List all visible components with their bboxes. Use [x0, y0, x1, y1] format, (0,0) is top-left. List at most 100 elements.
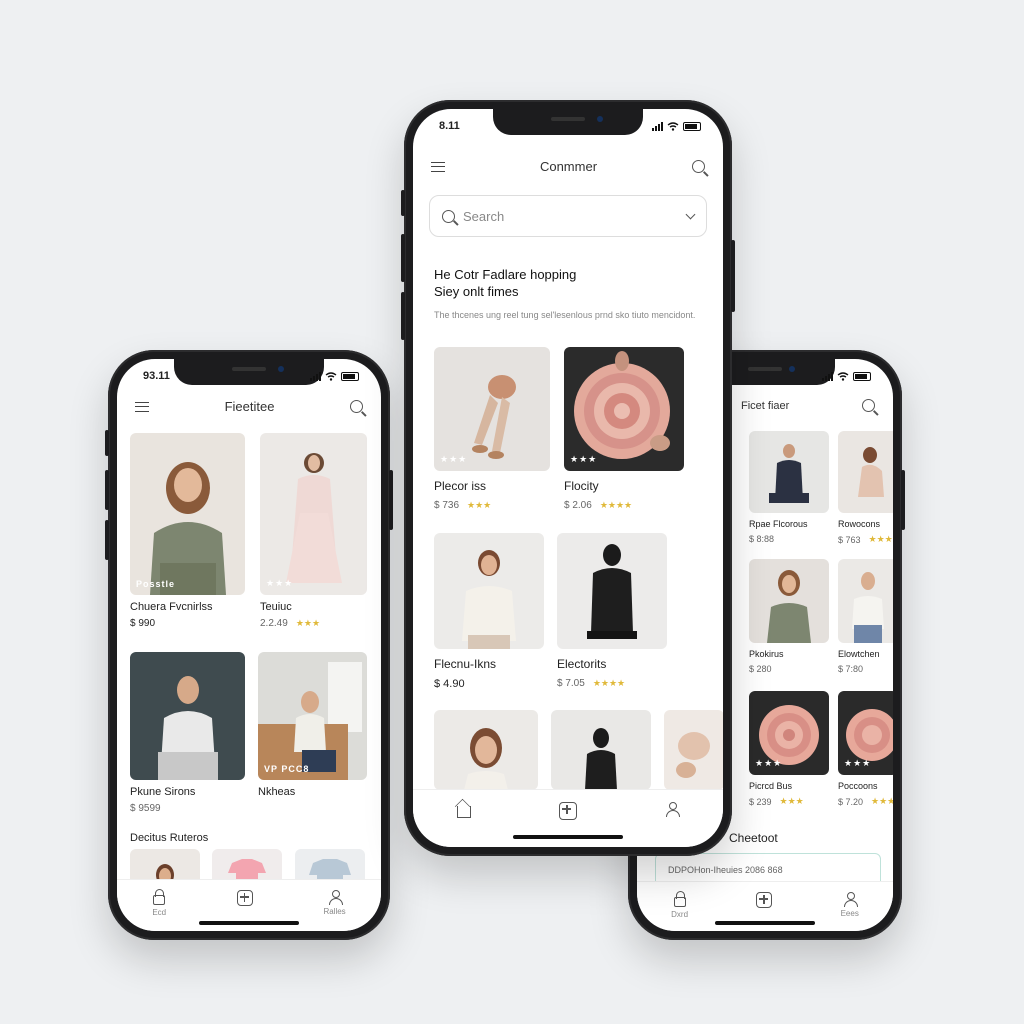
price-value: $ 7.05	[557, 678, 585, 689]
product-badge: ★★★	[440, 454, 468, 464]
wifi-icon	[667, 121, 679, 131]
price-value: $ 8:88	[749, 534, 775, 544]
search-icon[interactable]	[350, 400, 363, 413]
product-image: ★★★	[564, 347, 684, 471]
tab-cart[interactable]	[559, 802, 577, 820]
product-image	[434, 533, 544, 649]
price-value: $ 7:80	[838, 664, 864, 674]
product-card[interactable]: Electorits $ 7.05 ★★★★	[557, 533, 667, 689]
wifi-icon	[325, 371, 337, 381]
battery-icon	[853, 371, 871, 381]
product-badge: ★★★	[570, 454, 598, 464]
price-value: $ 763	[838, 534, 861, 545]
price-value: $ 990	[130, 618, 156, 629]
left-screen: 93.11 Fieetitee Posstle Chuera Fvcnirlss…	[117, 359, 381, 931]
product-card[interactable]: ★★★ Teuiuc 2.2.49 ★★★	[260, 433, 367, 629]
headline-line: He Cotr Fadlare hopping	[434, 267, 577, 282]
search-input[interactable]: Search	[429, 195, 707, 237]
product-image[interactable]	[664, 710, 723, 790]
product-card[interactable]: Elowtchen $ 7:80	[838, 559, 893, 674]
home-indicator[interactable]	[199, 921, 299, 925]
center-page-title: Conmmer	[539, 159, 598, 174]
status-time: 93.11	[143, 370, 170, 382]
price-value: $ 4.90	[434, 678, 465, 690]
tab-cart[interactable]	[756, 892, 773, 908]
product-price: $ 990	[130, 618, 245, 629]
product-card[interactable]: Rpae Flcorous $ 8:88	[749, 431, 829, 544]
home-icon	[457, 806, 471, 818]
tab-home[interactable]	[457, 802, 471, 818]
product-badge: Posstle	[136, 579, 176, 589]
rating-stars: ★★★★	[592, 678, 626, 688]
price-value: 2.2.49	[260, 618, 288, 629]
product-image	[838, 431, 893, 513]
wifi-icon	[837, 371, 849, 381]
chevron-down-icon[interactable]	[685, 209, 696, 219]
signal-icon	[822, 371, 833, 381]
price-value: $ 736	[434, 500, 460, 511]
signal-icon	[652, 121, 663, 131]
status-bar: 8.11	[439, 117, 701, 135]
product-price: $ 2.06 ★★★★	[564, 500, 684, 511]
product-name: Electorits	[557, 657, 607, 671]
tab-profile[interactable]: Eees	[841, 892, 859, 918]
product-name: Rpae Flcorous	[749, 519, 808, 529]
tab-profile[interactable]: Ralles	[323, 890, 346, 916]
product-card[interactable]: Flecnu-Ikns $ 4.90	[434, 533, 544, 690]
product-price: $ 736 ★★★	[434, 500, 550, 511]
product-image: ★★★	[838, 691, 893, 775]
tab-cart[interactable]	[236, 890, 253, 906]
product-image[interactable]	[434, 710, 538, 790]
user-icon	[843, 892, 858, 907]
product-badge: ★★★	[844, 758, 872, 768]
tab-profile[interactable]	[665, 802, 680, 817]
price-value: $ 2.06	[564, 500, 592, 511]
product-image: ★★★	[434, 347, 550, 471]
product-name: Flecnu-Ikns	[434, 657, 497, 671]
menu-icon[interactable]	[431, 161, 445, 172]
home-indicator[interactable]	[715, 921, 815, 925]
product-image: ★★★	[749, 691, 829, 775]
lock-icon	[153, 889, 166, 905]
checkout-title: Cheetoot	[729, 831, 778, 845]
menu-icon[interactable]	[135, 401, 149, 412]
tab-account[interactable]: Ecd	[152, 889, 166, 917]
search-icon[interactable]	[862, 399, 875, 412]
product-card[interactable]: Posstle Chuera Fvcnirlss $ 990	[130, 433, 245, 629]
product-image[interactable]	[551, 710, 651, 790]
product-card[interactable]: ★★★ Flocity $ 2.06 ★★★★	[564, 347, 684, 511]
product-price: $ 763 ★★★	[838, 534, 893, 545]
price-value: $ 239	[749, 796, 772, 807]
product-card[interactable]: ★★★ Poccoons $ 7.20 ★★★	[838, 691, 893, 807]
search-icon[interactable]	[691, 160, 705, 173]
product-badge: VP PCC8	[264, 764, 310, 774]
signal-icon	[310, 371, 321, 381]
user-icon	[328, 890, 343, 905]
product-image	[749, 431, 829, 513]
section-title: Decitus Ruteros	[130, 832, 209, 844]
cart-icon	[236, 890, 253, 906]
phone-left: 93.11 Fieetitee Posstle Chuera Fvcnirlss…	[105, 350, 393, 940]
battery-icon	[683, 121, 701, 131]
product-card[interactable]: Pkune Sirons $ 9599	[130, 652, 245, 814]
product-name: Flocity	[564, 479, 599, 493]
product-image: Posstle	[130, 433, 245, 595]
battery-icon	[341, 371, 359, 381]
home-indicator[interactable]	[513, 835, 623, 839]
product-image	[130, 652, 245, 780]
product-card[interactable]: Rowocons $ 763 ★★★	[838, 431, 893, 545]
product-name: Picrcd Bus	[749, 781, 793, 791]
product-card[interactable]: ★★★ Picrcd Bus $ 239 ★★★	[749, 691, 829, 807]
product-name: Rowocons	[838, 519, 881, 529]
product-price: $ 280	[749, 664, 829, 674]
product-price: 2.2.49 ★★★	[260, 618, 367, 629]
tab-account[interactable]: Dxrd	[671, 891, 688, 919]
rating-stars: ★★★	[871, 796, 893, 806]
product-price: $ 4.90	[434, 678, 544, 690]
rating-stars: ★★★	[779, 796, 804, 806]
product-card[interactable]: ★★★ Plecor iss $ 736 ★★★	[434, 347, 550, 511]
left-topbar: Fieetitee	[117, 399, 381, 414]
product-card[interactable]: Pkokirus $ 280	[749, 559, 829, 674]
product-card[interactable]: VP PCC8 Nkheas	[258, 652, 367, 798]
rating-stars: ★★★★	[599, 500, 633, 510]
